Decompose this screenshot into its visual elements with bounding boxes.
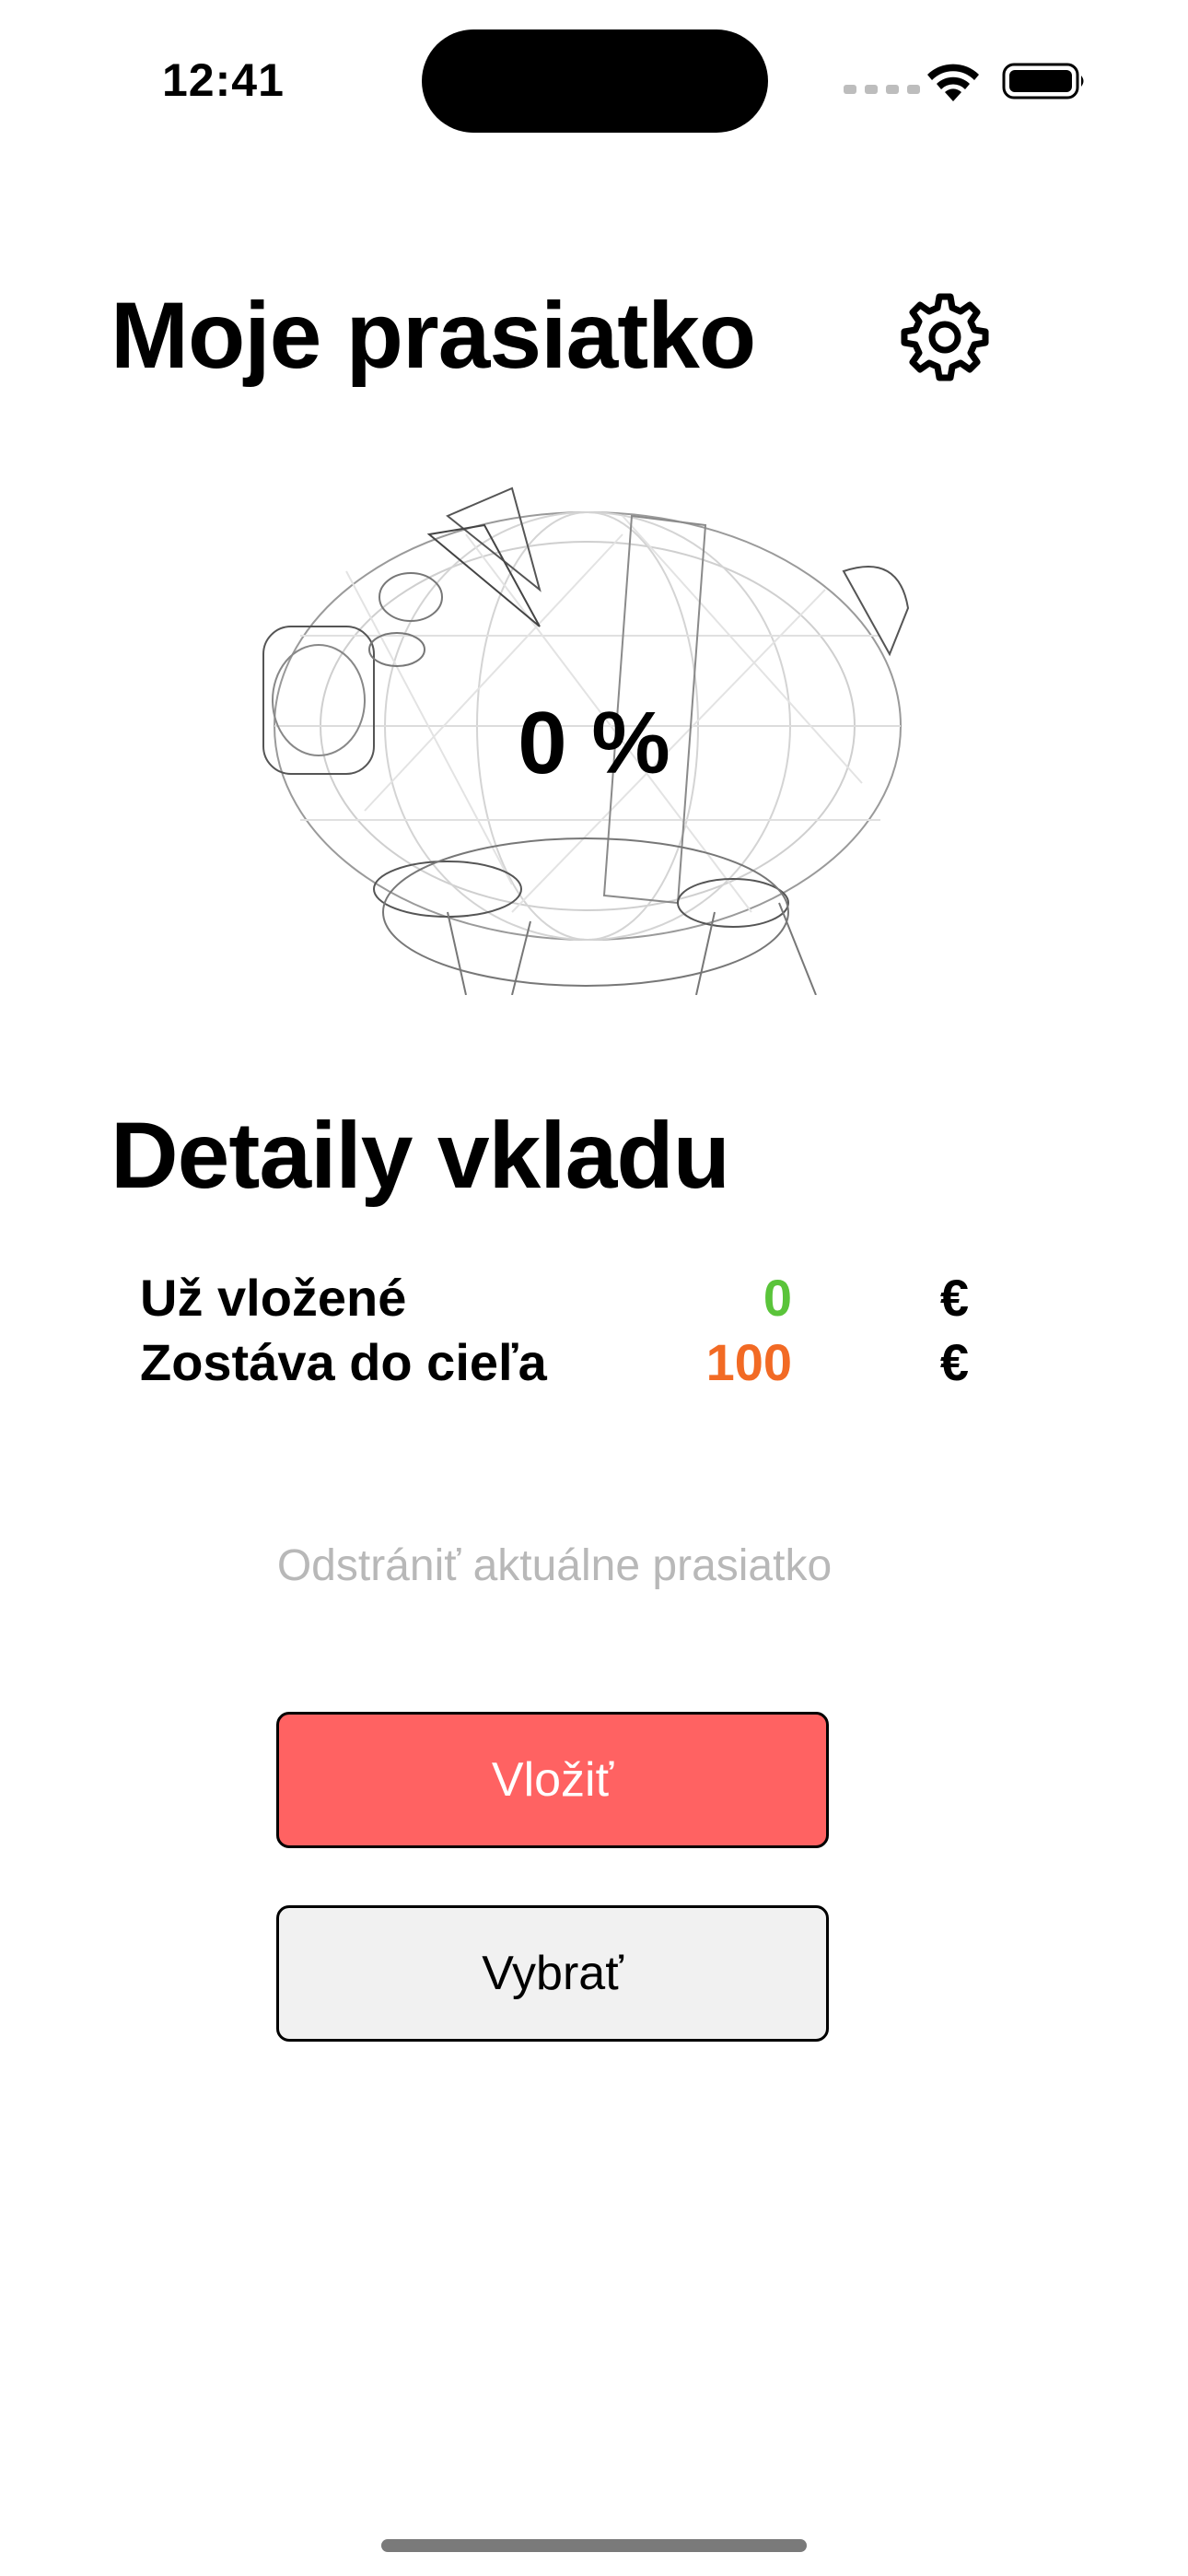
progress-percent: 0 % <box>518 694 670 792</box>
remaining-label: Zostáva do cieľa <box>140 1333 547 1391</box>
wifi-icon <box>927 64 979 101</box>
cellular-signal-icon <box>844 85 920 94</box>
details-heading: Detaily vkladu <box>111 1103 730 1208</box>
remaining-currency: € <box>939 1333 969 1391</box>
deposit-button[interactable]: Vložiť <box>276 1712 829 1848</box>
deposited-value: 0 <box>763 1269 792 1327</box>
deposited-row: Už vložené 0 € <box>140 1268 969 1332</box>
remaining-value: 100 <box>705 1333 792 1391</box>
status-time: 12:41 <box>162 54 285 106</box>
gear-icon[interactable] <box>899 289 991 381</box>
remaining-row: Zostáva do cieľa 100 € <box>140 1332 969 1397</box>
withdraw-button[interactable]: Vybrať <box>276 1905 829 2042</box>
deposited-currency: € <box>939 1269 969 1327</box>
dynamic-island <box>422 29 768 133</box>
remove-piggy-link[interactable]: Odstrániť aktuálne prasiatko <box>0 1540 1109 1591</box>
battery-icon <box>1002 63 1084 100</box>
page-title: Moje prasiatko <box>111 283 756 388</box>
home-indicator[interactable] <box>381 2539 807 2552</box>
deposited-label: Už vložené <box>140 1269 407 1327</box>
